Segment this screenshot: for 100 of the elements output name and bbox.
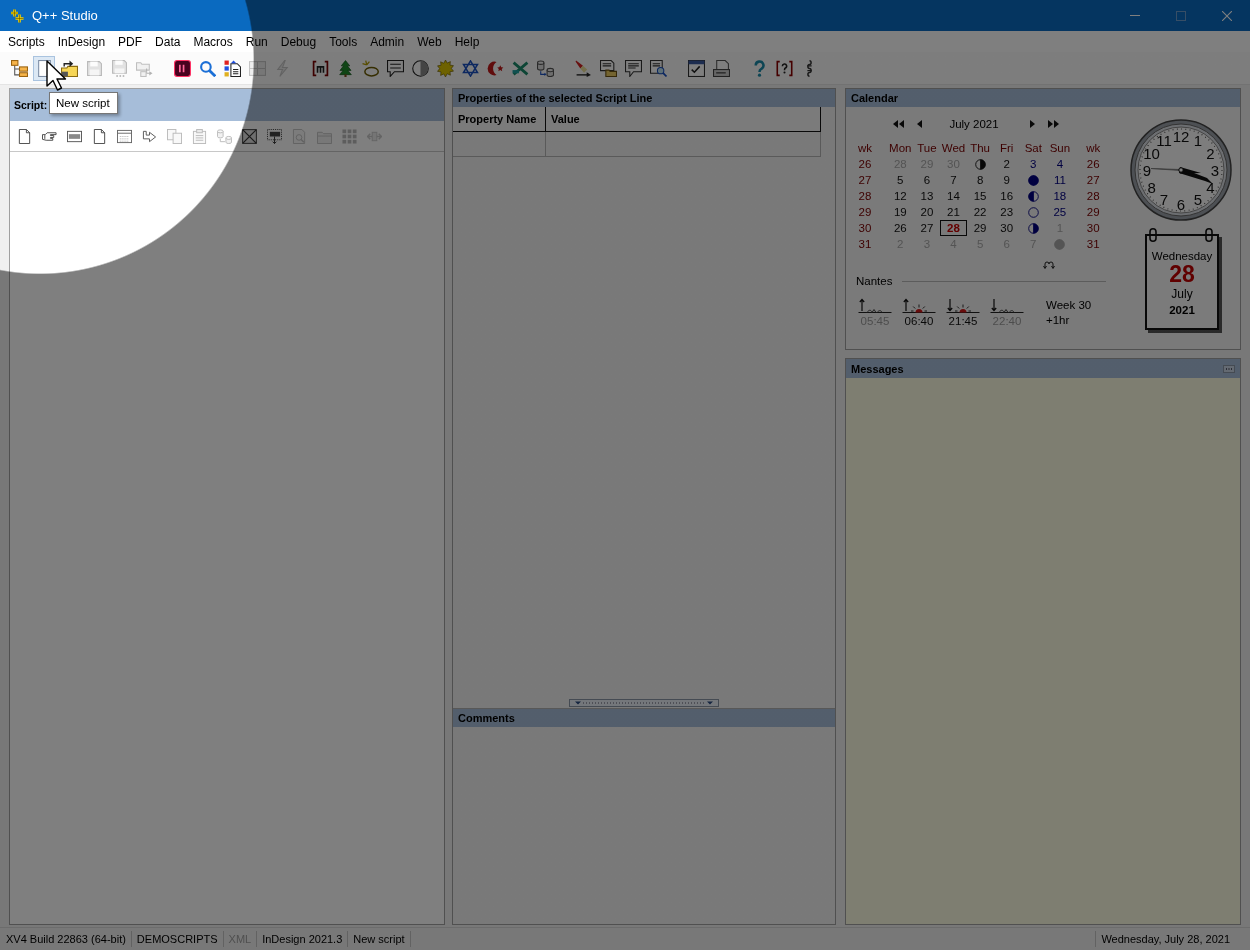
menu-item[interactable]: Admin bbox=[363, 32, 411, 51]
caret-right-icon[interactable] bbox=[1030, 120, 1035, 128]
half-circle-icon[interactable] bbox=[411, 59, 429, 77]
week-number: 31 bbox=[1085, 237, 1101, 252]
menu-item[interactable]: Web bbox=[410, 32, 449, 51]
framed-bar-icon[interactable] bbox=[66, 128, 82, 144]
calendar-day[interactable]: 20 bbox=[913, 204, 941, 220]
week-number: 28 bbox=[1085, 189, 1101, 204]
bracketed-help-icon[interactable] bbox=[775, 59, 793, 77]
calendar-day[interactable]: 8 bbox=[966, 172, 994, 188]
menu-item[interactable]: Macros bbox=[186, 32, 240, 51]
double-caret-left-icon[interactable] bbox=[893, 120, 904, 128]
moon-phase-icon[interactable] bbox=[1027, 174, 1039, 186]
calendar-day[interactable]: 27 bbox=[913, 220, 941, 236]
calendar-day[interactable]: 13 bbox=[913, 188, 941, 204]
menu-item[interactable]: Tools bbox=[322, 32, 364, 51]
arrow-outline-icon[interactable] bbox=[141, 128, 157, 144]
ellipsis-icon[interactable] bbox=[1223, 364, 1235, 373]
pine-tree-icon[interactable] bbox=[336, 59, 354, 77]
menu-item[interactable]: InDesign bbox=[51, 32, 112, 51]
calendar-day[interactable]: 23 bbox=[993, 204, 1020, 220]
ellipse-sparkle-icon[interactable] bbox=[361, 59, 379, 77]
moon-phase-icon[interactable] bbox=[1027, 206, 1039, 218]
page-icon[interactable] bbox=[91, 128, 107, 144]
column-header[interactable]: Value bbox=[546, 107, 821, 132]
hexagram-icon[interactable] bbox=[461, 59, 479, 77]
month-label: July bbox=[1171, 287, 1193, 301]
status-item: New script bbox=[348, 931, 411, 947]
document-folder-icon[interactable] bbox=[599, 59, 617, 77]
clock-numeral: 2 bbox=[1206, 144, 1215, 162]
calendar-day[interactable]: 14 bbox=[940, 188, 967, 204]
calendar-day[interactable]: 9 bbox=[993, 172, 1020, 188]
status-item: Wednesday, July 28, 2021 bbox=[1095, 931, 1235, 947]
window-title: Q++ Studio bbox=[32, 8, 98, 23]
calendar-day[interactable]: 22 bbox=[966, 204, 994, 220]
crossed-tools-icon[interactable] bbox=[511, 59, 529, 77]
crescent-star-icon[interactable] bbox=[486, 59, 504, 77]
page-icon[interactable] bbox=[16, 128, 32, 144]
menu-item[interactable]: Debug bbox=[274, 32, 323, 51]
calendar-day[interactable]: 6 bbox=[913, 172, 941, 188]
menu-item[interactable]: Help bbox=[448, 32, 486, 51]
calendar-day[interactable]: 7 bbox=[940, 172, 967, 188]
clock-numeral: 4 bbox=[1206, 178, 1215, 196]
sun-icon[interactable] bbox=[436, 59, 454, 77]
calendar-day[interactable]: 19 bbox=[887, 204, 914, 220]
document-shapes-icon[interactable] bbox=[223, 59, 241, 77]
app-badge-icon[interactable] bbox=[173, 59, 191, 77]
menu-item[interactable]: Scripts bbox=[1, 32, 52, 51]
calendar-day[interactable]: 25 bbox=[1046, 204, 1074, 220]
brush-arrow-icon[interactable] bbox=[574, 59, 592, 77]
open-folder-icon[interactable] bbox=[60, 59, 78, 77]
calendar-day[interactable]: 30 bbox=[993, 220, 1020, 236]
weekday-label: Thu bbox=[969, 141, 991, 156]
time-label: 21:45 bbox=[948, 315, 978, 327]
week-number: 26 bbox=[857, 157, 873, 172]
comment-page-icon[interactable] bbox=[624, 59, 642, 77]
time-label: 06:40 bbox=[904, 315, 934, 327]
double-caret-right-icon[interactable] bbox=[1048, 120, 1059, 128]
weekday-label: Wed bbox=[940, 141, 967, 156]
calendar-day[interactable]: 2 bbox=[993, 156, 1020, 172]
calendar-day[interactable]: 12 bbox=[887, 188, 914, 204]
search-icon[interactable] bbox=[198, 59, 216, 77]
column-header[interactable]: Property Name bbox=[453, 107, 546, 132]
calendar-day[interactable]: 11 bbox=[1046, 172, 1074, 188]
clock-numeral: 6 bbox=[1176, 195, 1186, 213]
hierarchy-icon[interactable] bbox=[10, 59, 28, 77]
page-tray-icon[interactable] bbox=[712, 59, 730, 77]
database-arrow-icon[interactable] bbox=[536, 59, 554, 77]
calendar-day[interactable]: 18 bbox=[1046, 188, 1074, 204]
calendar-day[interactable]: 5 bbox=[887, 172, 914, 188]
calendar-day[interactable]: 4 bbox=[1046, 156, 1074, 172]
moon-phase-icon[interactable] bbox=[1027, 190, 1039, 202]
close-icon[interactable] bbox=[1222, 10, 1232, 21]
calendar-day[interactable]: 21 bbox=[940, 204, 967, 220]
calendar-day[interactable]: 29 bbox=[966, 220, 994, 236]
status-item: DEMOSCRIPTS bbox=[131, 931, 224, 947]
calendar-day[interactable]: 15 bbox=[966, 188, 994, 204]
document-search-icon[interactable] bbox=[649, 59, 667, 77]
status-item: XV4 Build 22863 (64-bit) bbox=[1, 931, 132, 947]
menu-item[interactable]: Data bbox=[148, 32, 187, 51]
calendar-day[interactable]: 28 bbox=[940, 220, 967, 236]
moon-phase-icon[interactable] bbox=[974, 158, 986, 170]
curved-arrows-icon[interactable] bbox=[1043, 259, 1055, 269]
moon-phase-icon[interactable] bbox=[1027, 222, 1039, 234]
calendar-day[interactable]: 3 bbox=[1019, 156, 1047, 172]
weekday-label: Sun bbox=[1048, 141, 1072, 156]
caret-left-icon[interactable] bbox=[917, 120, 922, 128]
selection-bar-icon[interactable] bbox=[266, 128, 282, 144]
brackets-icon[interactable] bbox=[311, 59, 329, 77]
calendar-day[interactable]: 26 bbox=[887, 220, 914, 236]
calendar-day[interactable]: 16 bbox=[993, 188, 1020, 204]
week-column-label: wk bbox=[856, 141, 874, 156]
menu-item[interactable]: PDF bbox=[111, 32, 149, 51]
checkbox-window-icon[interactable] bbox=[687, 59, 705, 77]
weekday-label: Tue bbox=[916, 141, 938, 156]
clock-numeral: 5 bbox=[1193, 190, 1203, 208]
crossed-box-icon[interactable] bbox=[241, 128, 257, 144]
speech-bubble-icon[interactable] bbox=[386, 59, 404, 77]
window-icon[interactable] bbox=[116, 128, 132, 144]
splitter-handle[interactable] bbox=[569, 699, 719, 707]
